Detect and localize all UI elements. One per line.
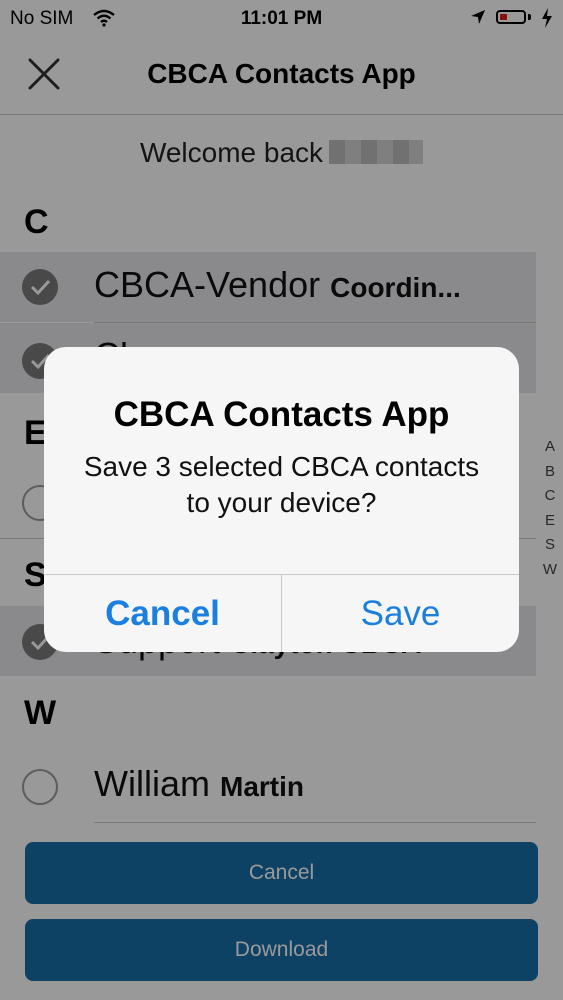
dialog-title: CBCA Contacts App [113, 395, 450, 434]
dialog-cancel-button[interactable]: Cancel [44, 575, 281, 652]
confirm-dialog: CBCA Contacts App Save 3 selected CBCA c… [44, 347, 519, 652]
dialog-save-button[interactable]: Save [282, 575, 519, 652]
dialog-message: Save 3 selected CBCA contacts to your de… [83, 451, 480, 518]
